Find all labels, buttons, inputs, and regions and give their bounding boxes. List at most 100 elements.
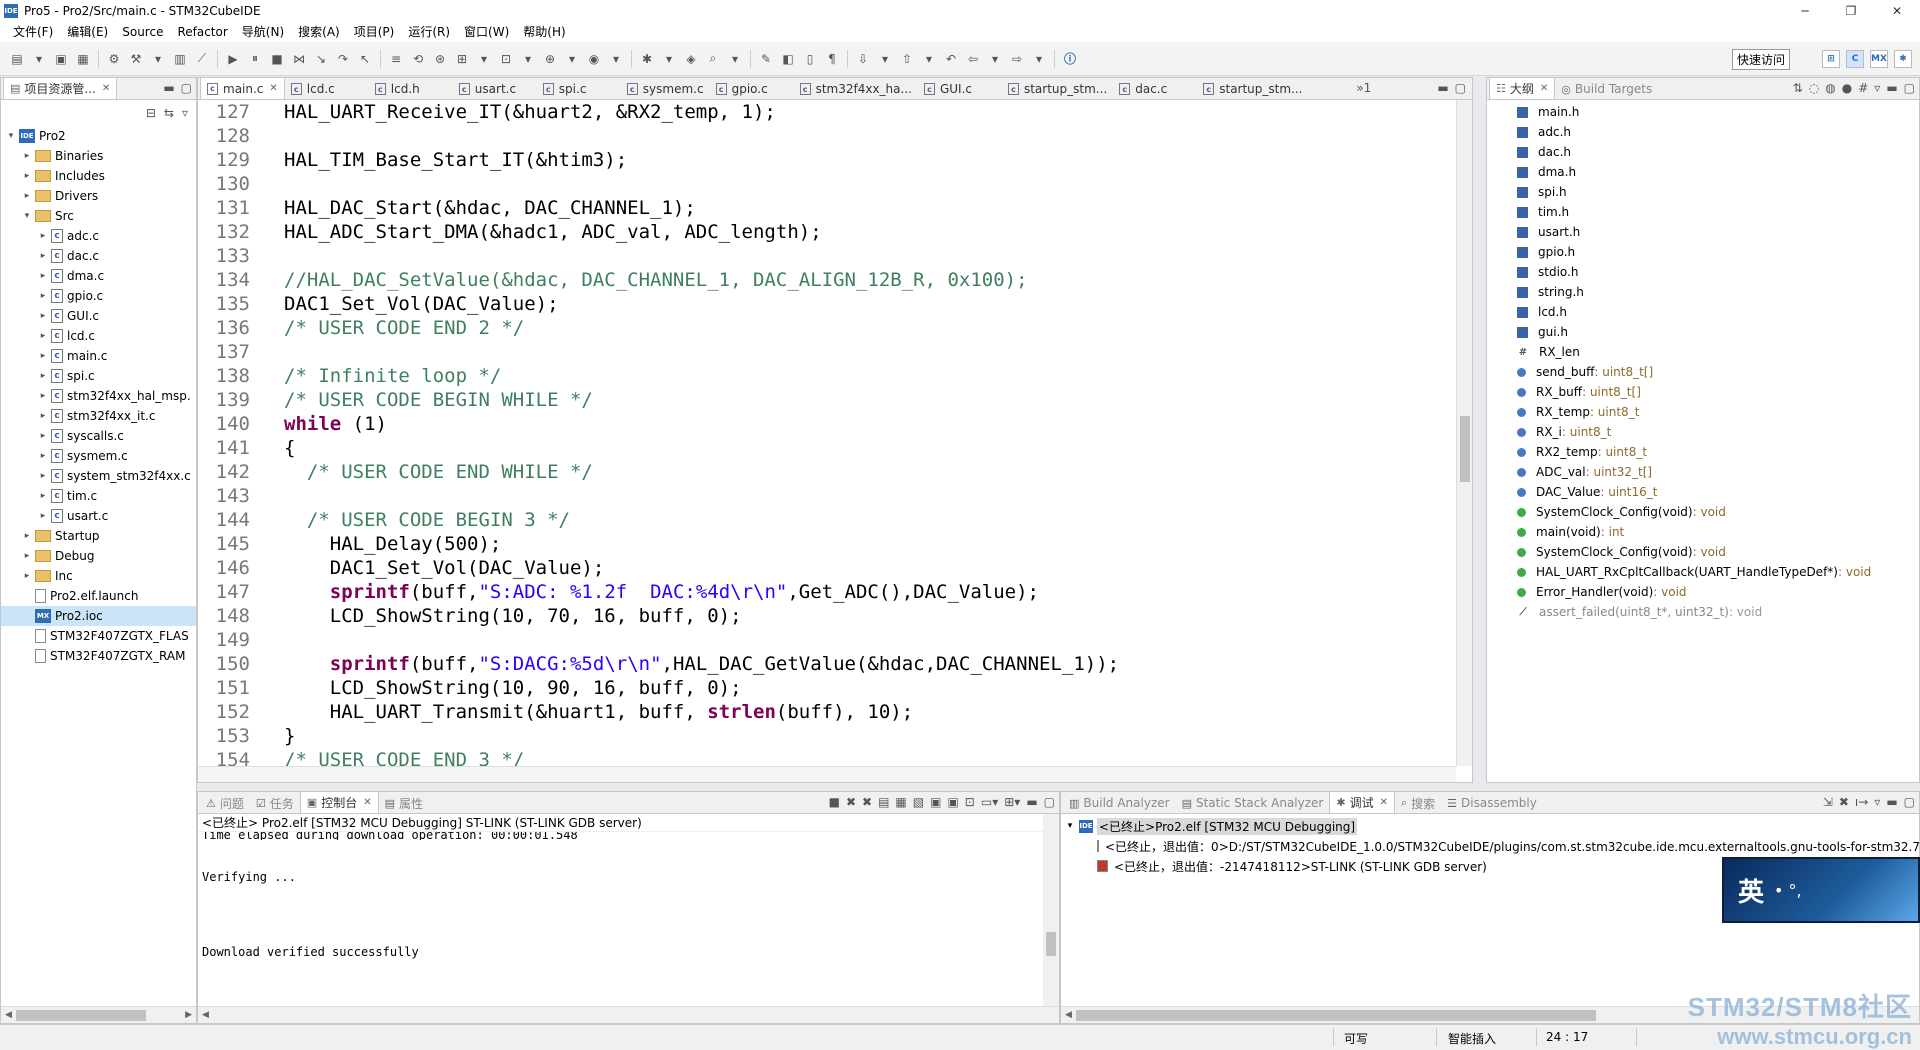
tree-item[interactable]: ▸ c usart.c — [1, 506, 196, 526]
minimize-icon[interactable]: ▬ — [1026, 795, 1037, 809]
scroll-left-icon[interactable]: ◀ — [5, 1010, 12, 1020]
new-source-folder-icon[interactable]: ⊡ — [498, 51, 514, 67]
editor-tab[interactable]: c dac.c — [1113, 79, 1197, 99]
tree-item[interactable]: ▸ c dma.c — [1, 266, 196, 286]
outline-item[interactable]: RX_temp : uint8_t — [1487, 402, 1919, 422]
debug-tab[interactable]: ⌕ 搜索 — [1395, 793, 1441, 813]
vertical-scrollbar[interactable] — [1043, 814, 1059, 1007]
quick-access-field[interactable]: 快速访问 — [1731, 49, 1790, 70]
vertical-scrollbar[interactable] — [1456, 100, 1498, 766]
console-tab[interactable]: ☑ 任务 — [250, 793, 300, 813]
maximize-icon[interactable]: ▢ — [181, 81, 192, 95]
editor-tab[interactable]: c gpio.c — [710, 79, 794, 99]
scroll-thumb[interactable] — [1046, 932, 1056, 956]
outline-item[interactable]: ADC_val : uint32_t[] — [1487, 462, 1919, 482]
outline-item[interactable]: dma.h — [1487, 162, 1919, 182]
outline-item[interactable]: SystemClock_Config(void) : void — [1487, 542, 1919, 562]
tree-item[interactable]: ▸ Includes — [1, 166, 196, 186]
display-console-icon[interactable]: ▭▾ — [981, 795, 998, 809]
tree-item[interactable]: ▸ c GUI.c — [1, 306, 196, 326]
chevron-right-icon[interactable]: ▸ — [37, 451, 49, 461]
tree-item[interactable]: ▸ Inc — [1, 566, 196, 586]
ime-indicator[interactable]: 英 • °, — [1722, 857, 1920, 923]
outline-item[interactable]: gui.h — [1487, 322, 1919, 342]
minimize-icon[interactable]: ▬ — [1437, 81, 1448, 95]
console-tab[interactable]: ⚠ 问题 — [200, 793, 250, 813]
outline-item[interactable]: SystemClock_Config(void) : void — [1487, 502, 1919, 522]
outline-item[interactable]: send_buff : uint8_t[] — [1487, 362, 1919, 382]
tree-item[interactable]: ▸ c stm32f4xx_hal_msp. — [1, 386, 196, 406]
editor-tab[interactable]: c sysmem.c — [621, 79, 710, 99]
hide-non-public-icon[interactable]: ● — [1842, 81, 1852, 95]
dropdown-icon[interactable]: ▾ — [564, 51, 580, 67]
pin-console-icon[interactable]: ⊡ — [965, 795, 975, 809]
editor-tab[interactable]: c GUI.c — [918, 79, 1002, 99]
outline-item[interactable]: Error_Handler(void) : void — [1487, 582, 1919, 602]
outline-item[interactable]: tim.h — [1487, 202, 1919, 222]
tree-item[interactable]: ▸ c gpio.c — [1, 286, 196, 306]
chevron-right-icon[interactable]: ▸ — [21, 571, 33, 581]
scroll-right-icon[interactable]: ▶ — [185, 1010, 192, 1020]
scroll-left-icon[interactable]: ◀ — [202, 1010, 209, 1020]
chevron-right-icon[interactable]: ▸ — [37, 251, 49, 261]
terminate-icon[interactable]: ■ — [269, 51, 285, 67]
menu-item[interactable]: Source — [115, 22, 170, 42]
clear-console-icon[interactable]: ▤ — [878, 795, 889, 809]
disconnect-icon[interactable]: ⋈ — [291, 51, 307, 67]
run-icon[interactable]: ◉ — [586, 51, 602, 67]
menu-item[interactable]: 运行(R) — [401, 22, 457, 42]
group-includes-icon[interactable]: # — [1858, 81, 1868, 95]
new-icon[interactable]: ▤ — [9, 51, 25, 67]
scroll-left-icon[interactable]: ◀ — [1065, 1010, 1072, 1020]
close-icon[interactable]: ✕ — [1380, 797, 1388, 808]
minimize-icon[interactable]: ▬ — [163, 81, 174, 95]
minimize-icon[interactable]: ▬ — [1886, 795, 1897, 809]
chevron-right-icon[interactable]: ▸ — [37, 411, 49, 421]
link-editor-icon[interactable]: ⇆ — [164, 106, 174, 120]
chevron-right-icon[interactable]: ▸ — [37, 511, 49, 521]
editor-tab[interactable]: c main.c ✕ — [200, 77, 285, 99]
outline-item[interactable]: dac.h — [1487, 142, 1919, 162]
outline-item[interactable]: RX_buff : uint8_t[] — [1487, 382, 1919, 402]
chevron-right-icon[interactable]: ▸ — [37, 391, 49, 401]
step-return-icon[interactable]: ↖ — [357, 51, 373, 67]
outline-item[interactable]: lcd.h — [1487, 302, 1919, 322]
tree-item[interactable]: ▸ c system_stm32f4xx.c — [1, 466, 196, 486]
open-type-icon[interactable]: ◈ — [683, 51, 699, 67]
editor-tab[interactable]: c startup_stm... — [1002, 79, 1113, 99]
minimize-button[interactable]: ─ — [1782, 0, 1828, 22]
editor-tab[interactable]: c usart.c — [453, 79, 537, 99]
tree-item[interactable]: ▸ c tim.c — [1, 486, 196, 506]
close-icon[interactable]: ✕ — [102, 83, 110, 94]
console-output[interactable]: <已终止> Pro2.elf [STM32 MCU Debugging] ST-… — [198, 814, 1043, 1007]
tab-build-targets[interactable]: ◎ Build Targets — [1555, 79, 1658, 99]
close-icon[interactable]: ✕ — [363, 797, 371, 808]
view-menu-icon[interactable]: ▿ — [1874, 795, 1880, 809]
chevron-right-icon[interactable]: ▸ — [37, 271, 49, 281]
tab-overflow[interactable]: »1 — [1356, 81, 1371, 95]
tree-item[interactable]: ▾ Src — [1, 206, 196, 226]
sort-icon[interactable]: ⇅ — [1793, 81, 1803, 95]
menu-item[interactable]: 项目(P) — [347, 22, 402, 42]
debug-launch-row[interactable]: ▾ IDE <已终止>Pro2.elf [STM32 MCU Debugging… — [1061, 816, 1919, 836]
outline-item[interactable]: main(void) : int — [1487, 522, 1919, 542]
collapse-icon[interactable]: ⇲ — [1823, 795, 1833, 809]
outline-item[interactable]: RX_i : uint8_t — [1487, 422, 1919, 442]
outline-item[interactable]: adc.h — [1487, 122, 1919, 142]
maximize-icon[interactable]: ▢ — [1044, 795, 1055, 809]
debug-perspective-icon[interactable]: ✱ — [1894, 50, 1912, 68]
suspend-icon[interactable]: ⏸ — [247, 51, 263, 67]
editor-tab[interactable]: c stm32f4xx_ha... — [794, 79, 918, 99]
back-icon[interactable]: ⇦ — [965, 51, 981, 67]
step-over-icon[interactable]: ↷ — [335, 51, 351, 67]
tree-item[interactable]: STM32F407ZGTX_FLAS — [1, 626, 196, 646]
mx-perspective-icon[interactable]: MX — [1870, 50, 1888, 68]
toggle-mark-icon[interactable]: ◧ — [780, 51, 796, 67]
tree-item[interactable]: MX Pro2.ioc — [1, 606, 196, 626]
tree-item[interactable]: ▸ c lcd.c — [1, 326, 196, 346]
dropdown-icon[interactable]: ▾ — [727, 51, 743, 67]
tree-item[interactable]: ▸ Debug — [1, 546, 196, 566]
tree-item[interactable]: ▸ c spi.c — [1, 366, 196, 386]
dropdown-icon[interactable]: ▾ — [1031, 51, 1047, 67]
tab-project-explorer[interactable]: ▤ 项目资源管... ✕ — [3, 77, 118, 99]
